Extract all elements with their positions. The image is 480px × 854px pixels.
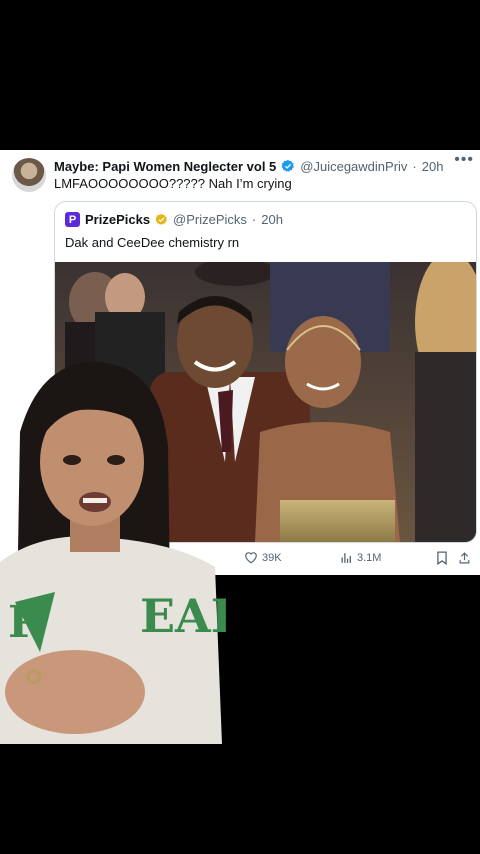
tweet-header: Maybe: Papi Women Neglecter vol 5 @Juice…	[54, 157, 468, 175]
quoted-header: P PrizePicks @PrizePicks · 20h	[65, 212, 283, 227]
views-button[interactable]: 3.1M	[340, 551, 381, 564]
quoted-handle[interactable]: @PrizePicks	[173, 212, 247, 227]
author-name[interactable]: Maybe: Papi Women Neglecter vol 5	[54, 159, 276, 174]
creator-video-overlay: EAP P	[0, 352, 226, 744]
tweet-text: LMFAOOOOOOOO????? Nah I’m crying	[54, 176, 292, 191]
views-chart-icon	[341, 553, 351, 563]
bookmark-icon	[437, 551, 447, 565]
quoted-author-name[interactable]: PrizePicks	[85, 212, 150, 227]
creator-illustration: EAP P	[0, 362, 226, 744]
author-avatar[interactable]	[12, 158, 46, 192]
dot-separator: ·	[412, 158, 417, 174]
more-horizontal-icon[interactable]: •••	[454, 152, 474, 168]
prizepicks-logo: P	[65, 212, 80, 227]
svg-text:P: P	[8, 597, 41, 648]
like-button[interactable]: 39K	[244, 551, 282, 564]
share-icon	[459, 552, 470, 564]
author-handle[interactable]: @JuicegawdinPriv	[300, 159, 407, 174]
share-button[interactable]	[458, 551, 471, 565]
dot-separator: ·	[251, 212, 257, 227]
bookmark-button[interactable]	[436, 551, 448, 565]
gold-verified-badge-icon	[155, 213, 168, 225]
verified-badge-icon	[281, 159, 295, 172]
like-count: 39K	[262, 551, 282, 564]
quoted-text: Dak and CeeDee chemistry rn	[65, 235, 240, 250]
view-count: 3.1M	[357, 551, 382, 564]
svg-text:EAP: EAP	[140, 589, 226, 643]
tweet-time[interactable]: 20h	[422, 159, 444, 174]
heart-icon	[245, 552, 257, 564]
quoted-time[interactable]: 20h	[261, 212, 283, 227]
